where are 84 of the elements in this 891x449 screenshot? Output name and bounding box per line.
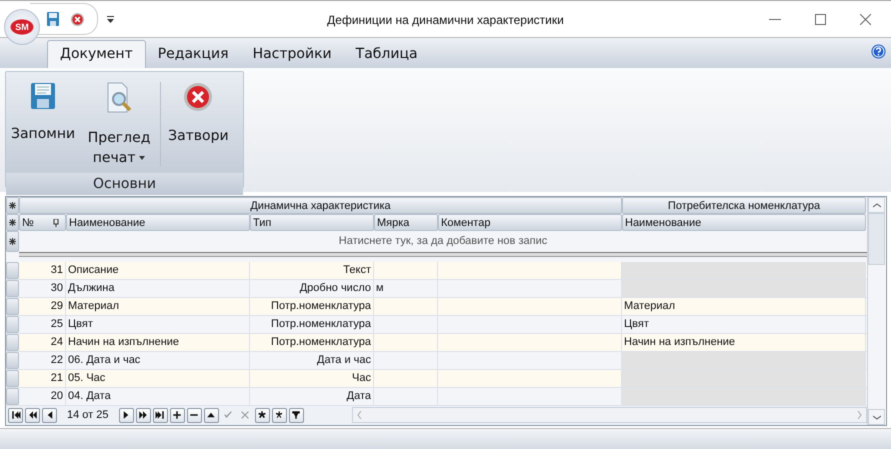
table-cell: Час	[250, 370, 374, 387]
skip-last-icon	[154, 409, 166, 422]
navigator-button[interactable]	[170, 408, 184, 423]
navigator-button[interactable]	[204, 408, 218, 423]
new-row-hint[interactable]: Натиснете тук, за да добавите нов запис	[19, 231, 867, 252]
table-cell: 25	[19, 316, 66, 333]
table-cell: 06. Дата и час	[66, 352, 250, 369]
asterisk-icon	[9, 238, 16, 246]
table-cell: 29	[19, 298, 66, 315]
column-header[interactable]: №	[19, 214, 66, 232]
navigator-button[interactable]	[8, 408, 23, 423]
band-header: Динамична характеристика	[19, 197, 622, 214]
ribbon-tab[interactable]: Документ	[47, 40, 146, 68]
column-header[interactable]: Наименование	[66, 214, 250, 232]
table-cell: Цвят	[622, 316, 866, 333]
asterisk-icon	[9, 202, 16, 210]
table-cell: Начин на изпълнение	[622, 334, 866, 351]
ribbon-tab[interactable]: Таблица	[344, 41, 430, 68]
close-icon	[183, 82, 214, 112]
cross-icon	[239, 409, 251, 422]
vertical-scrollbar[interactable]	[867, 197, 885, 425]
table-cell: Описание	[66, 262, 250, 279]
table-cell: Текст	[250, 262, 374, 279]
navigator-button[interactable]	[254, 408, 270, 423]
table-cell: м	[374, 280, 438, 297]
navigator-button[interactable]	[136, 408, 150, 423]
dropdown-icon[interactable]	[106, 14, 115, 24]
table-cell: 22	[19, 352, 66, 369]
record-position: 14 от 25	[66, 409, 110, 422]
table-cell: Начин на изпълнение	[66, 334, 250, 351]
table-cell: Потр.номенклатура	[250, 298, 374, 315]
row-indicator[interactable]	[6, 214, 19, 232]
funnel-icon	[290, 409, 302, 422]
app-logo[interactable]: SM	[4, 9, 40, 45]
navigator-button[interactable]	[25, 408, 40, 423]
plus-icon	[171, 409, 183, 422]
table-cell: Материал	[66, 298, 250, 315]
close-icon[interactable]	[860, 14, 871, 24]
save-icon[interactable]	[46, 11, 60, 27]
table-cell: Дата	[250, 388, 374, 405]
navigator-button[interactable]	[42, 408, 57, 423]
ribbon-tab[interactable]: Настройки	[240, 41, 344, 68]
skip-first-icon	[10, 409, 22, 422]
table-cell: 04. Дата	[66, 388, 250, 405]
group-label: Основни	[6, 172, 243, 195]
table-cell: 20	[19, 388, 66, 405]
table-cell: 21	[19, 370, 66, 387]
close-icon[interactable]	[70, 12, 85, 26]
navigator-button[interactable]	[118, 408, 134, 423]
table-cell: 31	[19, 262, 66, 279]
row-indicator[interactable]	[6, 231, 19, 252]
table-cell: Потр.номенклатура	[250, 316, 374, 333]
band-header: Потребителска номенклатура	[622, 197, 866, 214]
help-icon[interactable]	[871, 44, 886, 59]
window-title: Дефиниции на динамични характеристики	[326, 13, 565, 27]
navigator-button[interactable]	[288, 408, 304, 423]
scroll-thumb[interactable]	[868, 213, 885, 265]
navigator-button[interactable]	[152, 408, 168, 423]
magnifier-document-icon	[105, 82, 134, 114]
column-header[interactable]: Коментар	[438, 214, 622, 232]
table-cell: Дата и час	[250, 352, 374, 369]
column-header[interactable]: Мярка	[374, 214, 438, 232]
navigator-button[interactable]	[186, 408, 202, 423]
table-cell: Дължина	[66, 280, 250, 297]
table-cell: 30	[19, 280, 66, 297]
maximize-icon[interactable]	[815, 14, 826, 24]
double-left-icon	[26, 409, 38, 422]
column-header[interactable]: Тип	[250, 214, 374, 232]
asterisk-icon	[9, 219, 16, 226]
ribbon-button[interactable]: Преглед печат	[80, 78, 158, 172]
row-indicator[interactable]	[6, 197, 19, 214]
table-cell: 05. Час	[66, 370, 250, 387]
table-cell: Потр.номенклатура	[250, 334, 374, 351]
table-cell: Материал	[622, 298, 866, 315]
ribbon-button[interactable]: Запомни	[6, 78, 80, 172]
navigator-button[interactable]	[272, 408, 286, 423]
table-cell: Дробно число	[250, 280, 374, 297]
double-right-icon	[137, 409, 149, 422]
ribbon-button[interactable]: Затвори	[163, 78, 234, 172]
column-header[interactable]: Наименование	[622, 214, 866, 232]
ribbon-tab[interactable]: Редакция	[146, 41, 241, 68]
table-cell: 24	[19, 334, 66, 351]
table-cell: Цвят	[66, 316, 250, 333]
pin-icon	[53, 218, 59, 227]
